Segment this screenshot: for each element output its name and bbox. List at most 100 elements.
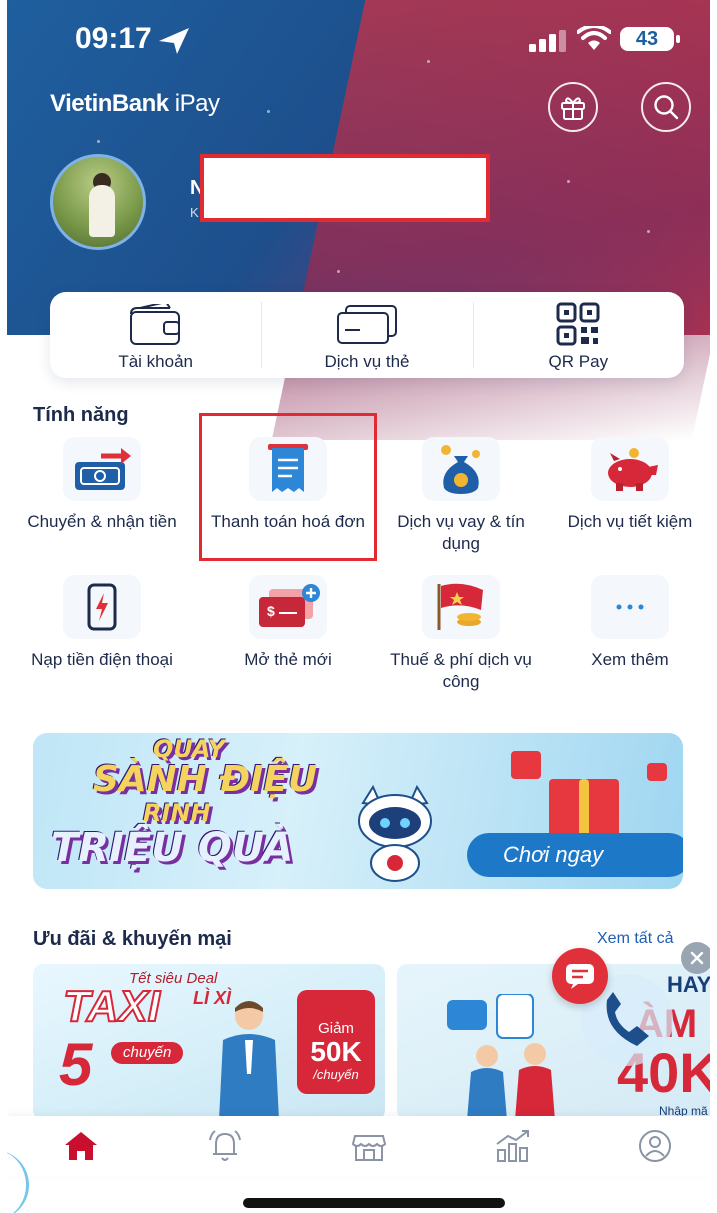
more-dots-icon — [616, 604, 644, 610]
features-title: Tính năng — [33, 404, 129, 426]
wallet-icon — [129, 304, 180, 345]
feature-phone-topup[interactable]: Nạp tiền điện thoại — [17, 575, 187, 671]
close-floating-button[interactable] — [681, 942, 710, 974]
gift-icon — [561, 97, 585, 120]
feature-more[interactable]: Xem thêm — [545, 575, 710, 671]
banner-line-4: TRIỆU QUÀ — [51, 825, 294, 871]
play-now-button[interactable]: Chơi ngay — [467, 833, 683, 877]
feature-icon-tile — [422, 575, 500, 639]
chat-icon — [566, 964, 594, 989]
promo-count: 5 — [59, 1031, 93, 1098]
promo-headline: TAXI — [62, 981, 161, 1032]
promo-discount-card: Giảm 50K /chuyến — [297, 990, 375, 1094]
feature-label: Nạp tiền điện thoại — [31, 650, 173, 669]
left-margin — [0, 0, 7, 1213]
gift-ribbon — [579, 779, 589, 841]
gift-button[interactable] — [548, 82, 598, 132]
flag-coins-icon — [437, 583, 483, 630]
brand-bank: VietinBank — [50, 90, 169, 117]
bell-icon — [209, 1130, 241, 1161]
phone-topup-icon — [87, 583, 117, 631]
sparkle — [267, 110, 270, 113]
tab-home[interactable] — [57, 1124, 105, 1168]
gift-box-small — [647, 763, 667, 781]
feature-icon-tile: $ — [249, 575, 327, 639]
discount-unit: /chuyến — [313, 1067, 359, 1082]
redaction-box — [200, 154, 490, 222]
promo-people-illustration — [447, 994, 555, 1120]
banner-line-2: SÀNH ĐIỆU — [93, 759, 318, 800]
bottom-tab-bar — [7, 1116, 710, 1176]
qr-code-icon — [556, 302, 600, 346]
see-all-link[interactable]: Xem tất cả — [597, 930, 673, 948]
brand-logo: VietinBank iPay — [50, 90, 220, 118]
feature-icon-tile — [591, 437, 669, 501]
feature-icon-tile — [63, 575, 141, 639]
tab-invest[interactable] — [489, 1124, 537, 1168]
new-card-icon: $ — [259, 584, 320, 627]
quick-actions-card: Tài khoản Dịch vụ thẻ QR Pay — [50, 292, 684, 378]
brand-product: iPay — [174, 90, 220, 117]
card-icon — [336, 305, 397, 344]
sparkle — [97, 140, 100, 143]
promo-banner[interactable]: QUAY SÀNH ĐIỆU RINH TRIỆU QUÀ Chơi ngay — [33, 733, 683, 889]
promo-count-unit: chuyến — [111, 1042, 184, 1064]
home-icon — [65, 1132, 97, 1160]
quick-action-qr-pay[interactable]: QR Pay — [472, 292, 684, 378]
discount-label: Giảm — [318, 1020, 354, 1037]
feature-label: Thuế & phí dịch vụ công — [390, 650, 532, 691]
feature-icon-tile — [591, 575, 669, 639]
cell-signal-icon — [529, 30, 566, 52]
feature-transfer[interactable]: Chuyển & nhận tiền — [17, 437, 187, 533]
feature-taxes-fees[interactable]: Thuế & phí dịch vụ công — [376, 575, 546, 693]
status-bar: 09:17 43 — [7, 22, 710, 62]
feature-icon-tile — [422, 437, 500, 501]
feature-label: Dịch vụ tiết kiệm — [567, 512, 693, 531]
quick-action-label: QR Pay — [548, 352, 609, 371]
location-arrow-icon — [159, 28, 189, 54]
tab-profile[interactable] — [631, 1124, 679, 1168]
quick-action-label: Tài khoản — [118, 352, 193, 371]
sparkle — [567, 180, 570, 183]
feature-label: Xem thêm — [591, 650, 669, 669]
quick-action-cards[interactable]: Dịch vụ thẻ — [261, 292, 472, 378]
money-bag-icon — [441, 445, 480, 494]
tab-store[interactable] — [345, 1124, 393, 1168]
promo-card-taxi[interactable]: Tết siêu Deal TAXI LÌ XÌ 5 chuyến Giảm 5… — [33, 964, 385, 1120]
feature-icon-tile — [63, 437, 141, 501]
sparkle — [647, 230, 650, 233]
banner-line-3: RINH — [143, 799, 211, 827]
battery-tip — [676, 35, 680, 43]
close-icon — [690, 951, 704, 965]
user-icon — [639, 1130, 671, 1162]
robot-mascot-icon — [358, 784, 432, 882]
promotions-title: Ưu đãi & khuyến mại — [33, 928, 232, 950]
feature-label: Chuyển & nhận tiền — [27, 512, 177, 531]
quick-action-account[interactable]: Tài khoản — [50, 292, 261, 378]
search-button[interactable] — [641, 82, 691, 132]
status-time: 09:17 — [75, 22, 152, 55]
money-transfer-icon — [75, 448, 131, 490]
svg-text:$: $ — [267, 603, 275, 619]
discount-value: 50K — [310, 1036, 362, 1067]
feature-label: Mở thẻ mới — [244, 650, 332, 669]
tab-notifications[interactable] — [201, 1124, 249, 1168]
quick-action-label: Dịch vụ thẻ — [324, 352, 410, 371]
feature-loans[interactable]: Dịch vụ vay & tín dụng — [376, 437, 546, 555]
feature-savings[interactable]: Dịch vụ tiết kiệm — [545, 437, 710, 533]
avatar[interactable] — [50, 154, 146, 250]
profile-subtitle: K — [190, 205, 199, 220]
home-indicator — [243, 1198, 505, 1208]
highlight-annotation — [199, 413, 377, 561]
battery-indicator: 43 — [620, 27, 674, 51]
store-icon — [351, 1135, 387, 1161]
gift-box-small — [511, 751, 541, 779]
piggy-bank-icon — [608, 448, 658, 491]
feature-new-card[interactable]: $ Mở thẻ mới — [203, 575, 373, 671]
wifi-icon — [577, 26, 611, 50]
right-margin — [710, 0, 717, 1213]
chat-button[interactable] — [552, 948, 608, 1004]
app-screen: 09:17 43 VietinBank iPay N K Tài khoản D… — [7, 0, 710, 1213]
search-icon — [654, 95, 679, 120]
avatar-person-body — [89, 185, 115, 237]
